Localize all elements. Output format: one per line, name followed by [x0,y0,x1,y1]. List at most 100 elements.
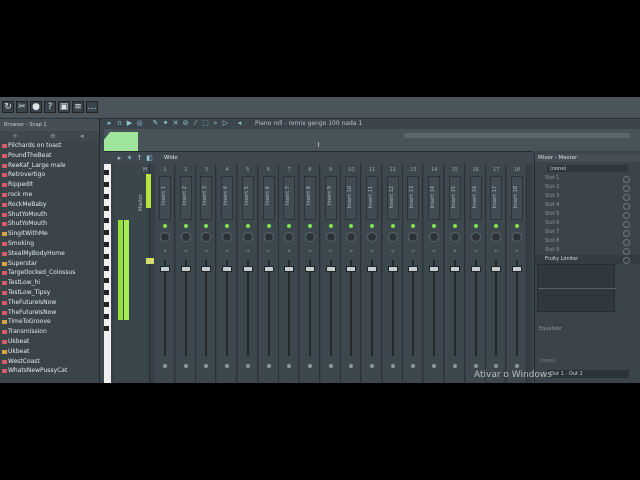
insert-channel[interactable]: 12 Insert 12 ‹› [382,164,403,383]
insert-channel[interactable]: 18 Insert 18 ‹› [506,164,527,383]
insert-pan-knob[interactable] [491,232,502,242]
magnet-icon[interactable]: ∩ [116,120,123,127]
master-volume-fader[interactable] [146,258,154,264]
insert-channel[interactable]: 5 Insert 5 ‹› [237,164,258,383]
insert-enable-led[interactable] [473,224,478,228]
insert-volume-fader[interactable] [367,266,377,272]
microphone-icon[interactable]: ● [30,101,42,113]
effect-slot[interactable]: Slot 5 [535,210,640,219]
insert-channel[interactable]: 9 Insert 9 ‹› [320,164,341,383]
save-icon[interactable]: ▣ [58,101,70,113]
browser-item[interactable]: TestLow_hi [0,278,99,288]
insert-enable-led[interactable] [390,224,395,228]
insert-enable-led[interactable] [452,224,457,228]
browser-item[interactable]: Smoking [0,239,99,249]
insert-route-dot[interactable] [287,364,292,368]
brush-icon[interactable]: ✦ [162,120,169,127]
insert-enable-led[interactable] [328,224,333,228]
insert-volume-fader[interactable] [408,266,419,272]
insert-channel[interactable]: 1 Insert 1 ‹› [155,164,175,383]
insert-route-dot[interactable] [473,364,478,368]
insert-pan-knob[interactable] [160,232,170,242]
browser-item[interactable]: RockMeBaby [0,200,99,210]
insert-route-dot[interactable] [204,364,209,368]
list-icon[interactable]: ≡ [50,132,56,140]
effect-slot[interactable]: Slot 2 [535,183,640,192]
browser-item[interactable]: Targetlocked_Colossus [0,268,99,278]
insert-channel[interactable]: 10 Insert 10 ‹› [341,164,362,383]
equalizer-graph[interactable] [537,264,616,312]
mixer-view-icon[interactable]: ◧ [146,155,153,162]
insert-volume-fader[interactable] [160,266,170,272]
insert-channel[interactable]: 4 Insert 4 ‹› [217,164,238,383]
browser-item[interactable]: TimeToGroove [0,317,99,327]
insert-pan-knob[interactable] [242,232,253,242]
browser-item[interactable]: StealMyBodyHome [0,249,99,259]
browser-item[interactable]: SingItWithMe [0,229,99,239]
insert-enable-led[interactable] [370,224,374,228]
insert-channel[interactable]: 17 Insert 17 ‹› [486,164,507,383]
snap-icon[interactable]: ◎ [136,120,143,127]
insert-pan-knob[interactable] [284,232,295,242]
insert-volume-fader[interactable] [304,266,315,272]
browser-item[interactable]: Ukbeat [0,337,99,347]
input-select[interactable]: (none) [547,165,628,172]
insert-enable-led[interactable] [514,224,519,228]
playback-icon[interactable]: ▷ [222,120,229,127]
insert-volume-fader[interactable] [180,266,191,272]
insert-volume-fader[interactable] [242,266,253,272]
insert-pan-knob[interactable] [222,232,233,242]
browser-item[interactable]: TheFutureIsNow [0,308,99,318]
insert-enable-led[interactable] [204,224,209,228]
arrow-icon[interactable]: ▸ [106,120,113,127]
browser-item[interactable]: PoundTheBeat [0,151,99,161]
plus-icon[interactable]: + [12,132,18,140]
insert-volume-fader[interactable] [284,266,295,272]
insert-pan-knob[interactable] [180,232,191,242]
insert-volume-fader[interactable] [346,266,357,272]
insert-pan-knob[interactable] [325,232,336,242]
timeline-scrollbar[interactable] [404,133,630,138]
insert-pan-knob[interactable] [387,232,398,242]
effect-slot[interactable]: Slot 6 [535,219,640,228]
browser-item[interactable]: Ukbeat [0,347,99,357]
insert-volume-fader[interactable] [201,266,212,272]
insert-volume-fader[interactable] [325,266,336,272]
effect-slot[interactable]: Slot 1 [535,174,640,183]
browser-item[interactable]: rock me [0,190,99,200]
insert-route-dot[interactable] [266,364,271,368]
insert-route-dot[interactable] [307,364,312,368]
effect-slot[interactable]: Slot 7 [535,228,640,237]
effect-slot[interactable]: Fruity Limiter [535,255,640,264]
insert-enable-led[interactable] [163,224,167,228]
select-icon[interactable]: ⬚ [202,120,209,127]
insert-enable-led[interactable] [266,224,271,228]
browser-item[interactable]: ShutYoMouth [0,219,99,229]
mixer-link-icon[interactable]: ↑ [136,155,143,162]
insert-enable-led[interactable] [307,224,312,228]
insert-route-dot[interactable] [163,364,167,368]
help-icon[interactable]: ? [44,101,56,113]
insert-route-dot[interactable] [452,364,457,368]
effect-slot[interactable]: Slot 4 [535,201,640,210]
pencil-icon[interactable]: ✎ [152,120,159,127]
back-icon[interactable]: ◂ [80,132,84,140]
output-select[interactable]: Out 1 - Out 2 [547,370,629,378]
browser-item[interactable]: ReeKaf_Large male [0,161,99,171]
insert-channel[interactable]: 15 Insert 15 ‹› [444,164,465,383]
insert-channel[interactable]: 16 Insert 16 ‹› [465,164,486,383]
browser-item[interactable]: Superstar [0,259,99,269]
insert-channel[interactable]: 6 Insert 6 ‹› [258,164,279,383]
insert-route-dot[interactable] [432,364,437,368]
insert-pan-knob[interactable] [449,232,460,242]
mixer-tools-icon[interactable]: ✶ [126,155,133,162]
mixer-view-label[interactable]: Wide [164,155,178,161]
insert-volume-fader[interactable] [491,266,502,272]
insert-pan-knob[interactable] [470,232,481,242]
mute-icon[interactable]: ⊘ [182,120,189,127]
browser-item[interactable]: TheFutureIsNow [0,298,99,308]
browser-item[interactable]: RippedIt [0,180,99,190]
browser-item[interactable]: Transmission [0,327,99,337]
insert-pan-knob[interactable] [263,232,274,242]
browser-item[interactable]: Retrovertigo [0,170,99,180]
